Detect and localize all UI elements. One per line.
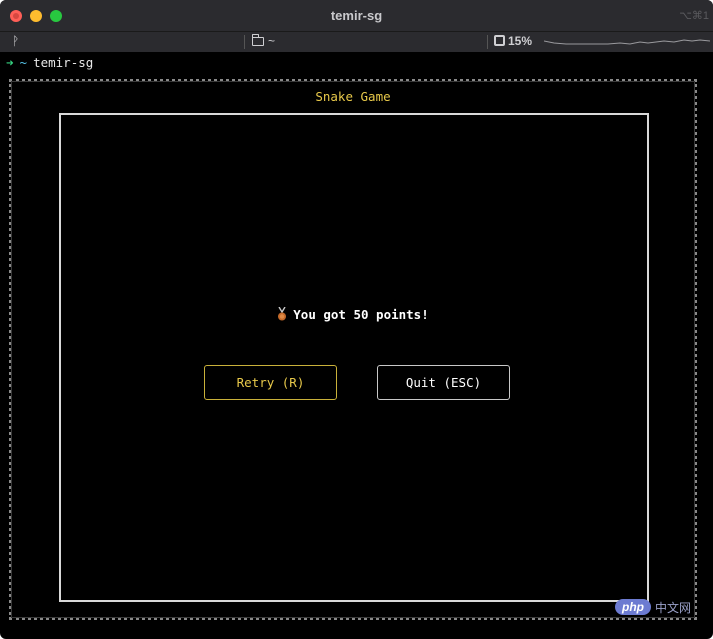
folder-icon [252, 34, 264, 46]
window-title: temir-sg [330, 8, 383, 23]
quit-button[interactable]: Quit (ESC) [377, 365, 510, 400]
cpu-usage: 15% [494, 34, 532, 48]
score-message: You got 50 points! [0, 306, 706, 322]
shell-prompt: ➜ ~ temir-sg [6, 55, 93, 70]
terminal-window: temir-sg ⌥⌘1 ᚹ ~ 15% ➜ ~ temir-sg Snake Ga… [0, 0, 713, 639]
prompt-tilde: ~ [19, 55, 28, 70]
status-divider [487, 35, 488, 49]
watermark-text: 中文网 [655, 600, 692, 615]
window-shortcut: ⌥⌘1 [679, 10, 709, 22]
status-divider [244, 35, 245, 49]
cpu-usage-value: 15% [508, 34, 533, 48]
directory-label: ~ [268, 34, 276, 48]
current-directory[interactable]: ~ [252, 34, 275, 48]
cpu-icon [494, 35, 505, 46]
retry-button[interactable]: Retry (R) [204, 365, 337, 400]
title-bar: temir-sg ⌥⌘1 [0, 0, 713, 32]
cpu-sparkline [544, 39, 710, 45]
watermark: php 中文网 [615, 597, 691, 617]
git-branch-icon: ᚹ [12, 34, 20, 48]
watermark-badge: php [615, 599, 651, 615]
prompt-command: temir-sg [33, 55, 94, 70]
status-bar: ᚹ ~ 15% [0, 32, 713, 52]
medal-icon [277, 306, 287, 321]
score-text: You got 50 points! [293, 307, 429, 322]
game-title: Snake Game [315, 89, 391, 104]
prompt-arrow: ➜ [6, 55, 14, 70]
game-board [59, 113, 649, 602]
